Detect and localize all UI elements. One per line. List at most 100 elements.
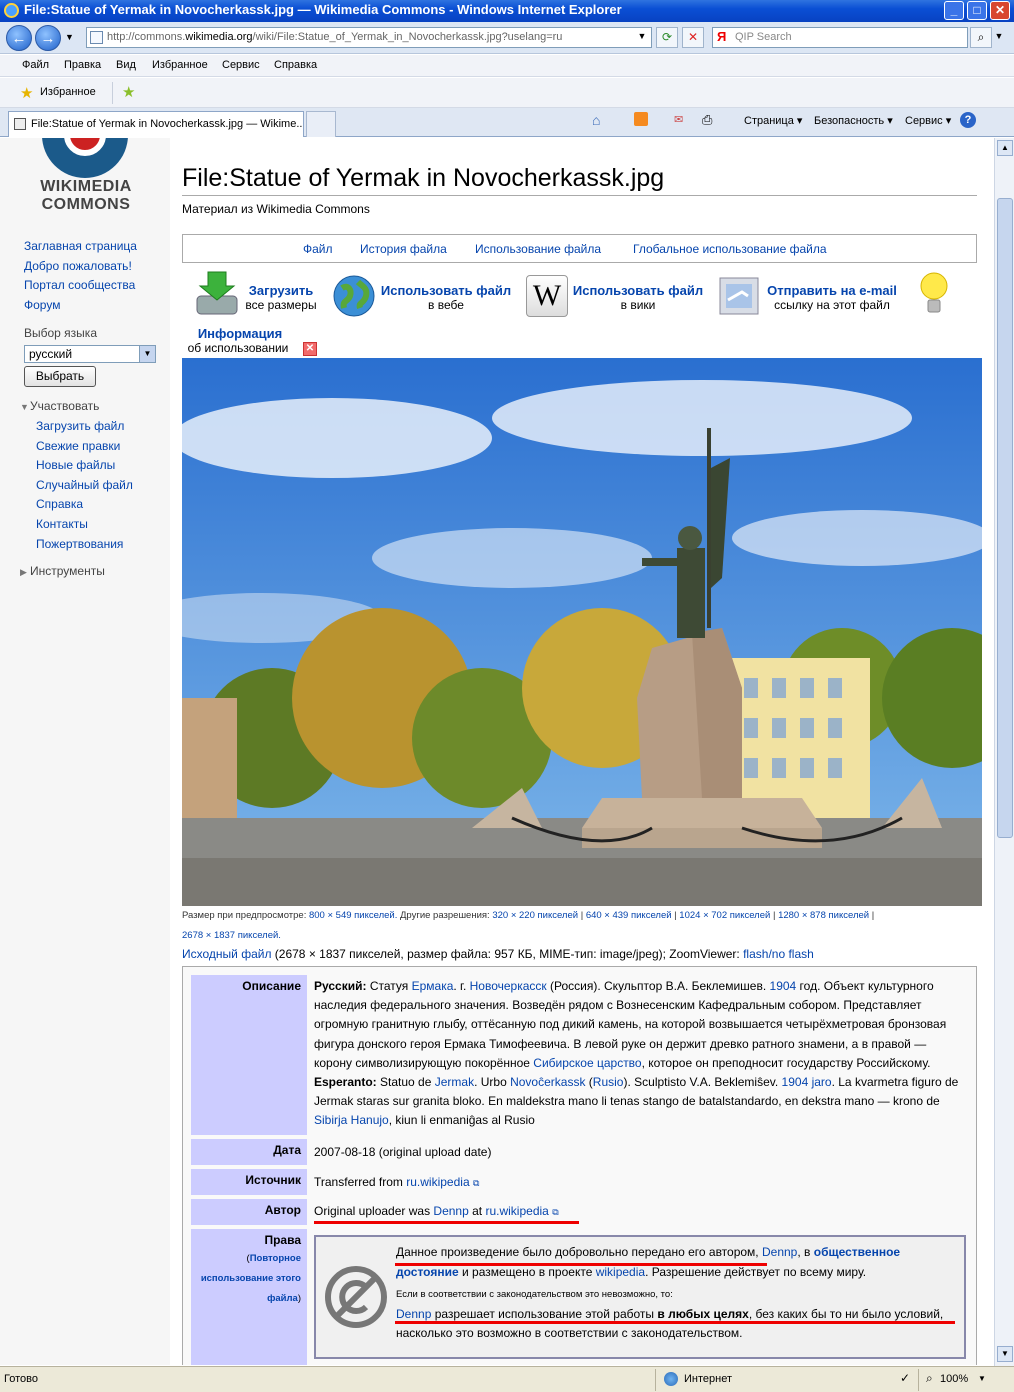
url-field[interactable]: http://commons.wikimedia.org/wiki/File:S…	[86, 27, 652, 48]
source-link[interactable]: ru.wikipedia	[406, 1175, 469, 1189]
search-dropdown-icon[interactable]: ▼	[992, 27, 1006, 48]
link-siberian-khanate[interactable]: Сибирское царство	[533, 1056, 641, 1070]
link-jermak[interactable]: Jermak	[435, 1075, 474, 1089]
print-icon[interactable]: ⎙	[702, 112, 712, 128]
menu-edit[interactable]: Правка	[64, 59, 101, 71]
sidebar-item-random-file[interactable]: Случайный файл	[36, 478, 133, 492]
url-dropdown-icon[interactable]: ▼	[634, 27, 650, 48]
protected-mode-icon[interactable]: ✓	[900, 1371, 910, 1385]
preview-size-link[interactable]: 800 × 549 пикселей.	[309, 910, 397, 921]
globe-icon[interactable]	[332, 274, 376, 318]
sidebar-item-contacts[interactable]: Контакты	[36, 517, 88, 531]
history-dropdown-icon[interactable]: ▼	[65, 32, 74, 42]
link-novocherkassk[interactable]: Новочеркасск	[470, 979, 547, 993]
favorites-star-icon[interactable]: ★	[20, 84, 33, 102]
link-novocerkassk[interactable]: Novoĉerkassk	[510, 1075, 585, 1089]
sidebar-item-forum[interactable]: Форум	[24, 298, 60, 312]
email-link[interactable]: Отправить на e-mail	[760, 283, 904, 298]
use-web-link[interactable]: Использовать файл	[376, 283, 516, 298]
sidebar-item-donations[interactable]: Пожертвования	[36, 537, 123, 551]
zoom-dropdown-icon[interactable]: ▼	[978, 1374, 986, 1383]
link-ermak[interactable]: Ермака	[412, 979, 454, 993]
new-tab-button[interactable]	[306, 111, 336, 137]
tab-file[interactable]: Файл	[303, 242, 333, 256]
tab-global-usage[interactable]: Глобальное использование файла	[633, 242, 827, 256]
menu-favorites[interactable]: Избранное	[152, 59, 208, 71]
tools-menu[interactable]: Сервис ▾	[905, 114, 951, 127]
page-menu[interactable]: Страница ▾	[744, 114, 802, 127]
forward-button[interactable]: →	[35, 25, 61, 51]
menu-help[interactable]: Справка	[274, 59, 317, 71]
close-window-button[interactable]: ✕	[990, 1, 1010, 20]
original-file-link[interactable]: Исходный файл	[182, 947, 271, 961]
link-1904-jaro[interactable]: 1904 jaro	[782, 1075, 832, 1089]
search-icon[interactable]: ⌕	[970, 27, 992, 48]
security-menu[interactable]: Безопасность ▾	[814, 114, 893, 127]
res-link-1024[interactable]: 1024 × 702 пикселей	[679, 910, 770, 921]
stop-icon[interactable]: ✕	[682, 27, 704, 48]
reuse-link[interactable]: Повторное использование этого файла	[201, 1253, 301, 1304]
close-icon[interactable]: ✕	[303, 342, 317, 356]
sidebar-item-welcome[interactable]: Добро пожаловать!	[24, 259, 132, 273]
author-wiki-link[interactable]: ru.wikipedia	[485, 1204, 548, 1218]
pd-user-link[interactable]: Dennp	[762, 1245, 797, 1259]
author-user-link[interactable]: Dennp	[433, 1204, 468, 1218]
language-select[interactable]: русский ▼	[24, 345, 156, 363]
tab-current[interactable]: File:Statue of Yermak in Novocherkassk.j…	[8, 111, 304, 137]
link-sibirja-hanujo[interactable]: Sibirja Hanujo	[314, 1113, 389, 1127]
source-value: Transferred from ru.wikipedia ⧉	[314, 1175, 480, 1189]
external-link-icon: ⧉	[552, 1207, 559, 1217]
info-link[interactable]: Информация	[182, 326, 294, 341]
feeds-icon[interactable]	[634, 112, 648, 126]
wikipedia-link[interactable]: wikipedia	[596, 1265, 645, 1279]
link-1904[interactable]: 1904	[770, 979, 797, 993]
sidebar-item-upload[interactable]: Загрузить файл	[36, 419, 124, 433]
menu-tools[interactable]: Сервис	[222, 59, 260, 71]
envelope-icon[interactable]	[718, 276, 760, 316]
favorites-button[interactable]: Избранное	[40, 86, 96, 98]
help-icon[interactable]: ?	[960, 112, 976, 128]
res-link-1280[interactable]: 1280 × 878 пикселей	[778, 910, 869, 921]
link-rusio[interactable]: Rusio	[593, 1075, 624, 1089]
zoom-level[interactable]: 100%	[940, 1373, 968, 1385]
sidebar-item-community-portal[interactable]: Портал сообщества	[24, 278, 135, 292]
menu-view[interactable]: Вид	[116, 59, 136, 71]
res-link-640[interactable]: 640 × 439 пикселей	[586, 910, 672, 921]
scroll-up-icon[interactable]: ▲	[997, 140, 1013, 156]
minimize-button[interactable]: _	[944, 1, 964, 20]
maximize-button[interactable]: □	[967, 1, 987, 20]
download-icon[interactable]	[194, 270, 240, 318]
wikimedia-commons-logo[interactable]: WIKIMEDIA COMMONS	[26, 138, 146, 218]
home-icon[interactable]: ⌂	[592, 112, 600, 128]
status-text: Готово	[4, 1373, 38, 1385]
tools-section-toggle[interactable]: ▶ Инструменты	[20, 564, 105, 578]
sidebar-item-main-page[interactable]: Заглавная страница	[24, 239, 137, 253]
wikipedia-icon[interactable]: W	[526, 275, 568, 317]
participate-section-toggle[interactable]: ▼Участвовать	[20, 399, 99, 413]
zoom-icon[interactable]: ⌕	[926, 1371, 933, 1386]
mail-icon[interactable]: ✉	[674, 113, 683, 126]
refresh-icon[interactable]: ⟳	[656, 27, 678, 48]
upload-link[interactable]: Загрузить	[238, 283, 324, 298]
back-button[interactable]: ←	[6, 25, 32, 51]
statue-photo[interactable]	[182, 358, 982, 906]
tab-file-usage[interactable]: Использование файла	[475, 242, 601, 256]
add-favorite-icon[interactable]: ★	[122, 83, 135, 101]
zoomviewer-link[interactable]: flash/no flash	[743, 947, 814, 961]
scroll-down-icon[interactable]: ▼	[997, 1346, 1013, 1362]
divider	[112, 82, 113, 104]
pd-user-link-2[interactable]: Dennp	[396, 1307, 431, 1321]
res-link-320[interactable]: 320 × 220 пикселей	[492, 910, 578, 921]
use-wiki-link[interactable]: Использовать файл	[568, 283, 708, 298]
scroll-thumb[interactable]	[997, 198, 1013, 838]
search-input[interactable]: Я QIP Search	[712, 27, 968, 48]
menu-file[interactable]: Файл	[22, 59, 49, 71]
sidebar-item-new-files[interactable]: Новые файлы	[36, 458, 115, 472]
vertical-scrollbar[interactable]: ▲ ▼	[994, 138, 1014, 1366]
res-link-2678[interactable]: 2678 × 1837 пикселей.	[182, 930, 281, 941]
address-toolbar: ← → ▼ http://commons.wikimedia.org/wiki/…	[0, 22, 1014, 54]
sidebar-item-recent-changes[interactable]: Свежие правки	[36, 439, 120, 453]
language-submit-button[interactable]: Выбрать	[24, 366, 96, 387]
tab-file-history[interactable]: История файла	[360, 242, 447, 256]
sidebar-item-help[interactable]: Справка	[36, 497, 83, 511]
